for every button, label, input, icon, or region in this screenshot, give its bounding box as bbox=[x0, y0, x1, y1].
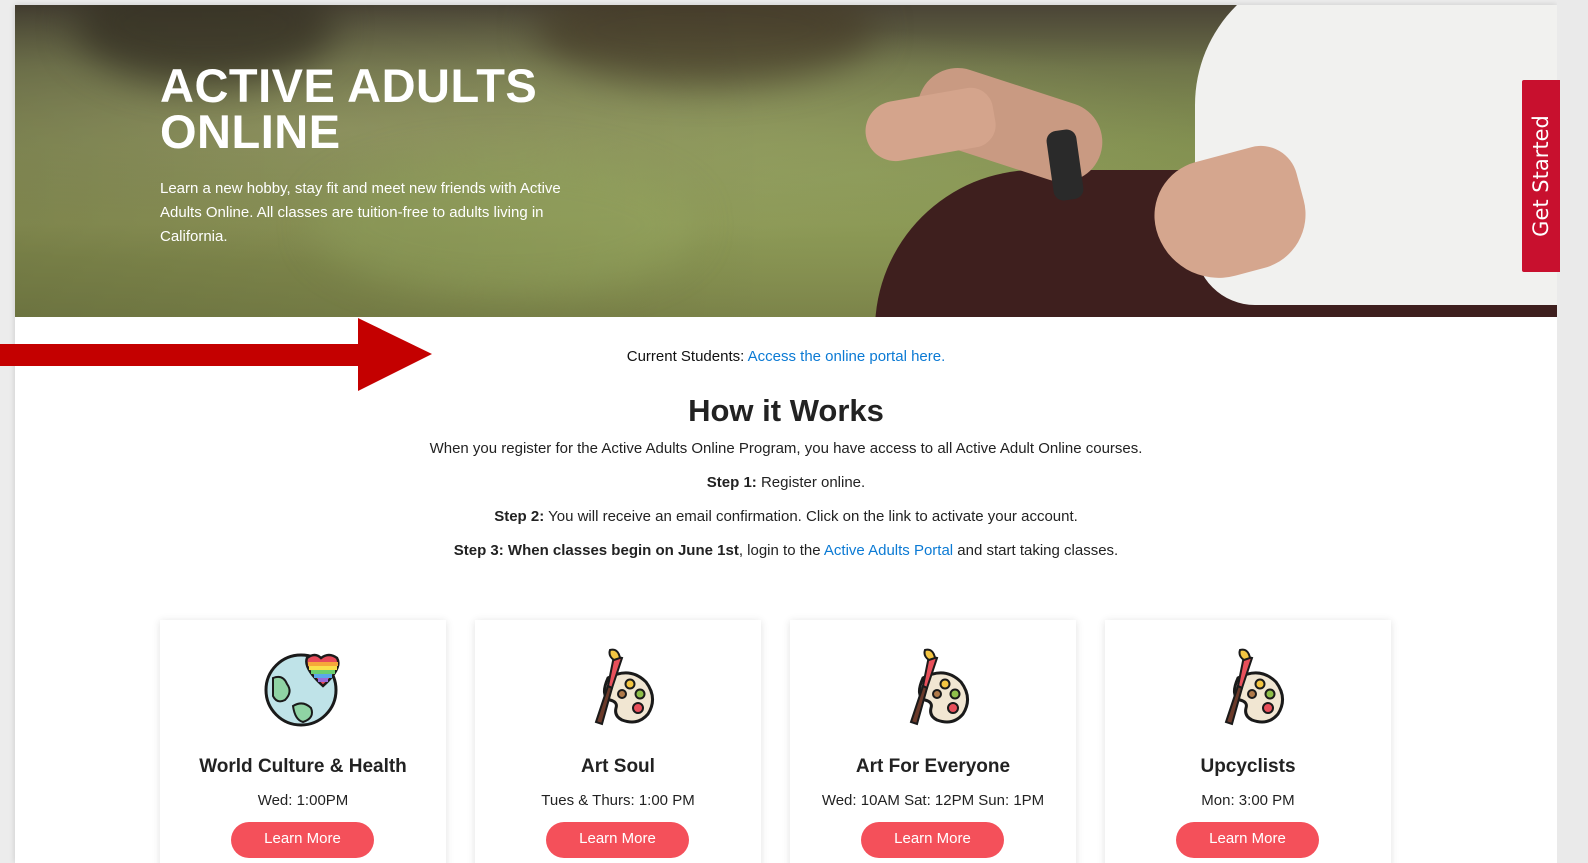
how-it-works-intro: When you register for the Active Adults … bbox=[429, 440, 1143, 457]
online-portal-link[interactable]: Access the online portal here. bbox=[748, 348, 946, 365]
course-schedule: Tues & Thurs: 1:00 PM bbox=[541, 792, 695, 809]
annotation-arrow-icon bbox=[0, 318, 432, 391]
learn-more-button[interactable]: Learn More bbox=[1176, 822, 1319, 858]
course-card: Art For Everyone Wed: 10AM Sat: 12PM Sun… bbox=[790, 620, 1076, 863]
hero-title: ACTIVE ADULTS ONLINE bbox=[160, 62, 720, 158]
get-started-tab[interactable]: Get Started bbox=[1522, 80, 1560, 272]
step-3-label: Step 3: When classes begin on June 1st bbox=[453, 542, 739, 559]
course-title: Art For Everyone bbox=[855, 756, 1011, 777]
hero-title-line2: ONLINE bbox=[160, 105, 341, 158]
step-1-text: Register online. bbox=[756, 474, 866, 491]
step-1: Step 1: Register online. bbox=[15, 474, 1557, 491]
course-title: World Culture & Health bbox=[199, 756, 407, 777]
learn-more-button[interactable]: Learn More bbox=[231, 822, 374, 858]
hero-description: Learn a new hobby, stay fit and meet new… bbox=[160, 180, 561, 245]
course-title: Upcyclists bbox=[1200, 756, 1296, 777]
globe-heart-icon bbox=[264, 653, 340, 727]
step-3-pre: , login to the bbox=[738, 542, 824, 559]
hero-banner: ACTIVE ADULTS ONLINE Learn a new hobby, … bbox=[15, 5, 1557, 317]
page: ACTIVE ADULTS ONLINE Learn a new hobby, … bbox=[15, 5, 1557, 863]
course-card: Art Soul Tues & Thurs: 1:00 PM Learn Mor… bbox=[475, 620, 761, 863]
window-edge bbox=[1557, 0, 1588, 863]
step-1-label: Step 1: bbox=[706, 474, 757, 491]
active-adults-portal-link[interactable]: Active Adults Portal bbox=[824, 542, 953, 559]
course-card: World Culture & Health Wed: 1:00PM Learn… bbox=[160, 620, 446, 863]
learn-more-button[interactable]: Learn More bbox=[861, 822, 1004, 858]
course-schedule: Mon: 3:00 PM bbox=[1201, 792, 1295, 809]
step-3: Step 3: When classes begin on June 1st, … bbox=[15, 542, 1557, 559]
course-card: Upcyclists Mon: 3:00 PM Learn More bbox=[1105, 620, 1391, 863]
course-title: Art Soul bbox=[581, 756, 655, 777]
step-2: Step 2: You will receive an email confir… bbox=[15, 508, 1557, 525]
how-it-works-title: How it Works bbox=[688, 393, 884, 428]
learn-more-button[interactable]: Learn More bbox=[546, 822, 689, 858]
step-2-text: You will receive an email confirmation. … bbox=[544, 508, 1078, 525]
step-2-label: Step 2: bbox=[494, 508, 545, 525]
step-3-post: and start taking classes. bbox=[953, 542, 1119, 559]
course-schedule: Wed: 1:00PM bbox=[257, 792, 349, 809]
current-students-label: Current Students: bbox=[626, 348, 745, 365]
paint-palette-icon bbox=[909, 648, 969, 726]
paint-palette-icon bbox=[1224, 648, 1284, 726]
get-started-label: Get Started bbox=[1529, 115, 1553, 237]
paint-palette-icon bbox=[594, 648, 654, 726]
course-schedule: Wed: 10AM Sat: 12PM Sun: 1PM bbox=[821, 792, 1045, 809]
